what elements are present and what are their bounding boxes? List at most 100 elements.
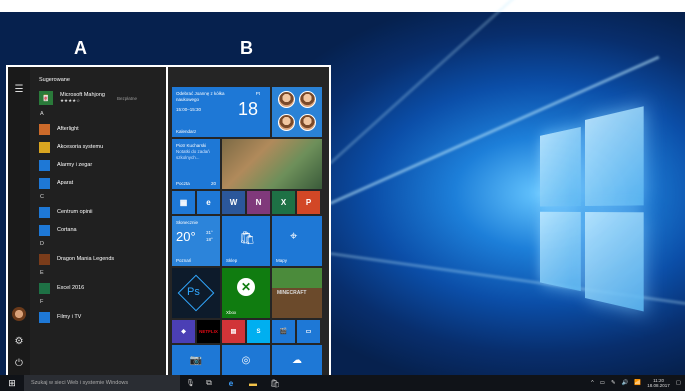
- people-tile[interactable]: [272, 87, 322, 137]
- contact-avatar: [278, 114, 295, 131]
- cortana-tile-icon[interactable]: ◆: [172, 320, 195, 343]
- cortana-icon: [39, 224, 50, 236]
- weather-tile[interactable]: Słonecznie 20° 31° 18° Poznań: [172, 216, 220, 266]
- movies-icon[interactable]: 🎬: [272, 320, 295, 343]
- suggested-header: Sugerowane: [39, 77, 70, 83]
- connect-icon[interactable]: ▭: [297, 320, 320, 343]
- xbox-logo-icon: ✕: [237, 278, 255, 296]
- group-letter[interactable]: A: [30, 109, 166, 120]
- calendar-day: 18: [237, 99, 258, 119]
- microphone-icon[interactable]: 🎙: [186, 379, 198, 387]
- photos-tile[interactable]: [222, 139, 322, 189]
- app-list-item[interactable]: Centrum opinii: [30, 203, 166, 221]
- start-menu: ☰ ⚙ ⏻ Sugerowane 🀄 Microsoft Mahjong ★★★…: [6, 65, 331, 375]
- contact-avatar: [278, 91, 295, 108]
- windows-start-icon[interactable]: ⊞: [0, 375, 24, 391]
- store-taskbar-icon[interactable]: 🛍: [264, 375, 286, 391]
- settings-gear-icon[interactable]: ⚙: [12, 335, 26, 349]
- onedrive-tile[interactable]: ☁: [272, 345, 322, 375]
- group-letter[interactable]: F: [30, 297, 166, 308]
- edge-taskbar-icon[interactable]: e: [220, 375, 242, 391]
- minecraft-tile[interactable]: MINECRAFT: [272, 268, 322, 318]
- pen-icon[interactable]: ✎: [611, 380, 616, 386]
- excel-tile-icon[interactable]: X: [272, 191, 295, 214]
- photoshop-tile[interactable]: Ps: [172, 268, 220, 318]
- label-a: A: [74, 38, 87, 58]
- file-explorer-icon[interactable]: ▬: [242, 375, 264, 391]
- excel-icon: [39, 282, 50, 294]
- camera-tile[interactable]: 📷: [172, 345, 220, 375]
- app-list-item[interactable]: Filmy i TV: [30, 308, 166, 326]
- user-avatar[interactable]: [12, 307, 26, 321]
- weather-low: 18°: [206, 237, 213, 242]
- app-list-item[interactable]: Cortana: [30, 221, 166, 239]
- mail-tile[interactable]: Piotr Kucharski Notatki do zadań szkolny…: [172, 139, 220, 189]
- mail-preview: Notatki do zadań szkolnych...: [176, 149, 210, 160]
- groove-tile[interactable]: ◎: [222, 345, 270, 375]
- suggested-app[interactable]: 🀄 Microsoft Mahjong ★★★★☆ Bezpłatne: [30, 87, 166, 109]
- battery-icon[interactable]: ▭: [600, 380, 605, 386]
- taskbar: ⊞ Szukaj w sieci Web i systemie Windows …: [0, 375, 685, 391]
- app-list-item[interactable]: Akcesoria systemu: [30, 138, 166, 156]
- app-name: Dragon Mania Legends: [57, 256, 115, 262]
- app-list-item[interactable]: Alarmy i zegar: [30, 156, 166, 174]
- news-icon[interactable]: ▤: [222, 320, 245, 343]
- afterlight-icon: [39, 123, 50, 135]
- app-name: Aparat: [57, 180, 74, 186]
- app-name: Filmy i TV: [57, 314, 82, 320]
- app-list-item[interactable]: Aparat: [30, 174, 166, 192]
- folder-icon: [39, 141, 50, 153]
- clock-date: 18.08.2017: [647, 383, 670, 388]
- live-tiles: Odebrać Joannę z kółka naukowego 15:00–1…: [168, 67, 329, 375]
- mail-sender: Piotr Kucharski: [176, 143, 207, 148]
- feedback-icon: [39, 206, 50, 218]
- power-icon[interactable]: ⏻: [12, 357, 26, 371]
- group-letter[interactable]: E: [30, 268, 166, 279]
- suggested-app-rating: ★★★★☆: [60, 98, 81, 103]
- app-name: Akcesoria systemu: [57, 144, 104, 150]
- clock[interactable]: 11:20 18.08.2017: [647, 378, 670, 388]
- task-view-icon[interactable]: ⧉: [198, 375, 220, 391]
- hamburger-menu-icon[interactable]: ☰: [12, 83, 26, 97]
- app-list-item[interactable]: Excel 2016: [30, 279, 166, 297]
- camera-icon: [39, 177, 50, 189]
- calendar-time: 15:00–15:30: [176, 107, 202, 112]
- app-list-item[interactable]: Afterlight: [30, 120, 166, 138]
- contact-avatar: [299, 114, 316, 131]
- app-list-item[interactable]: Dragon Mania Legends: [30, 250, 166, 268]
- system-tray: ^ ▭ ✎ 🔊 📶 11:20 18.08.2017 ▢: [591, 375, 681, 391]
- app-name: Cortana: [57, 227, 77, 233]
- skype-icon[interactable]: S: [247, 320, 270, 343]
- group-letter[interactable]: D: [30, 239, 166, 250]
- mahjong-icon: 🀄: [39, 91, 53, 105]
- powerpoint-icon[interactable]: P: [297, 191, 320, 214]
- calculator-icon[interactable]: ▦: [172, 191, 195, 214]
- chevron-up-icon[interactable]: ^: [591, 380, 594, 386]
- store-tile[interactable]: 🛍 Sklep: [222, 216, 270, 266]
- volume-icon[interactable]: 🔊: [622, 380, 629, 386]
- group-letter[interactable]: C: [30, 192, 166, 203]
- maps-tile[interactable]: ⌖ Mapy: [272, 216, 322, 266]
- onenote-icon[interactable]: N: [247, 191, 270, 214]
- weather-condition: Słonecznie: [176, 220, 199, 225]
- edge-browser-icon[interactable]: e: [197, 191, 220, 214]
- label-b: B: [240, 38, 253, 58]
- network-icon[interactable]: 📶: [634, 380, 641, 386]
- xbox-tile[interactable]: ✕ Xbox: [222, 268, 270, 318]
- minecraft-text: MINECRAFT: [277, 290, 307, 296]
- netflix-tile[interactable]: NETFLIX: [197, 320, 220, 343]
- weather-high: 31°: [206, 230, 213, 235]
- weather-city: Poznań: [176, 258, 192, 263]
- ps-text: Ps: [187, 286, 200, 298]
- word-icon[interactable]: W: [222, 191, 245, 214]
- app-name: Centrum opinii: [57, 209, 93, 215]
- windows-logo-wallpaper: [540, 106, 644, 313]
- start-rail: ☰ ⚙ ⏻: [8, 67, 30, 375]
- app-list: Sugerowane 🀄 Microsoft Mahjong ★★★★☆ Bez…: [30, 67, 166, 375]
- search-box[interactable]: Szukaj w sieci Web i systemie Windows: [24, 375, 180, 391]
- notifications-icon[interactable]: ▢: [676, 380, 681, 386]
- calendar-tile[interactable]: Odebrać Joannę z kółka naukowego 15:00–1…: [172, 87, 270, 137]
- suggested-app-tag: Bezpłatne: [116, 95, 137, 101]
- calendar-day-name: Pt: [255, 91, 260, 96]
- search-placeholder: Szukaj w sieci Web i systemie Windows: [31, 380, 129, 386]
